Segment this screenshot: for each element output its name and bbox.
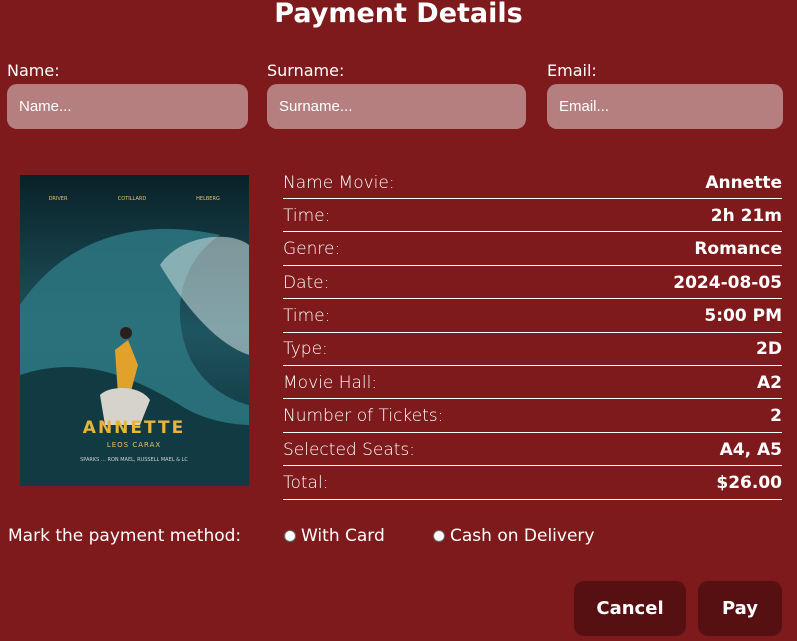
details-key: Movie Hall:	[283, 372, 378, 393]
surname-label: Surname:	[267, 61, 345, 80]
details-row: Date: 2024-08-05	[283, 267, 782, 300]
details-row: Number of Tickets: 2	[283, 401, 782, 433]
details-row: Genre: Romance	[283, 234, 782, 266]
details-row: Time: 2h 21m	[283, 200, 782, 233]
radio-circle-icon[interactable]	[433, 530, 445, 542]
poster-credits: SPARKS … RON MAEL, RUSSELL MAEL & LC	[80, 457, 188, 463]
details-key: Date:	[283, 272, 330, 293]
surname-field-group: Surname:	[267, 60, 526, 129]
poster-title: ANNETTE	[83, 418, 185, 438]
details-row: Movie Hall: A2	[283, 367, 782, 400]
payment-method-label: Mark the payment method:	[8, 526, 242, 546]
details-key: Number of Tickets:	[283, 406, 444, 427]
details-key: Name Movie:	[283, 172, 395, 193]
name-input[interactable]	[7, 84, 248, 129]
details-row: Time: 5:00 PM	[283, 301, 782, 333]
details-value: 2D	[756, 339, 782, 360]
email-input[interactable]	[547, 84, 783, 129]
details-key: Selected Seats:	[283, 439, 416, 460]
radio-cash-on-delivery[interactable]: Cash on Delivery	[433, 524, 594, 548]
cancel-button[interactable]: Cancel	[574, 581, 686, 636]
email-label: Email:	[547, 61, 597, 80]
details-key: Type:	[283, 339, 328, 360]
details-key: Time:	[283, 205, 331, 226]
details-row: Selected Seats: A4, A5	[283, 434, 782, 467]
details-key: Genre:	[283, 239, 341, 260]
poster-director: LEOS CARAX	[107, 441, 161, 449]
details-row: Name Movie: Annette	[283, 167, 782, 199]
details-value: Romance	[694, 239, 782, 260]
pay-button[interactable]: Pay	[698, 581, 782, 636]
poster-cast-3: HELBERG	[196, 196, 220, 202]
details-value: A4, A5	[719, 439, 782, 460]
details-value: 2024-08-05	[673, 272, 782, 293]
details-value: 2	[770, 406, 782, 427]
details-key: Time:	[283, 306, 331, 327]
name-field-group: Name:	[7, 60, 248, 129]
radio-with-card[interactable]: With Card	[284, 524, 385, 548]
email-field-group: Email:	[547, 60, 783, 129]
radio-cash-on-delivery-label: Cash on Delivery	[450, 526, 595, 546]
page-title: Payment Details	[274, 0, 523, 29]
movie-poster: DRIVER COTILLARD HELBERG ANNETTE LEOS CA…	[20, 175, 249, 486]
details-row: Total: $26.00	[283, 468, 782, 500]
surname-input[interactable]	[267, 84, 526, 129]
payment-method: Mark the payment method: With Card Cash …	[0, 524, 797, 550]
booking-details: Name Movie: Annette Time: 2h 21m Genre: Roman…	[283, 167, 782, 501]
radio-with-card-label: With Card	[301, 526, 385, 546]
radio-circle-icon[interactable]	[284, 530, 296, 542]
details-value: Annette	[705, 172, 782, 193]
details-value: $26.00	[716, 473, 782, 494]
poster-cast-2: COTILLARD	[118, 196, 147, 202]
details-row: Type: 2D	[283, 334, 782, 366]
name-label: Name:	[7, 61, 60, 80]
poster-cast-1: DRIVER	[49, 196, 68, 202]
details-value: 5:00 PM	[704, 306, 782, 327]
details-value: 2h 21m	[710, 205, 782, 226]
details-key: Total:	[283, 473, 329, 494]
details-value: A2	[757, 372, 782, 393]
